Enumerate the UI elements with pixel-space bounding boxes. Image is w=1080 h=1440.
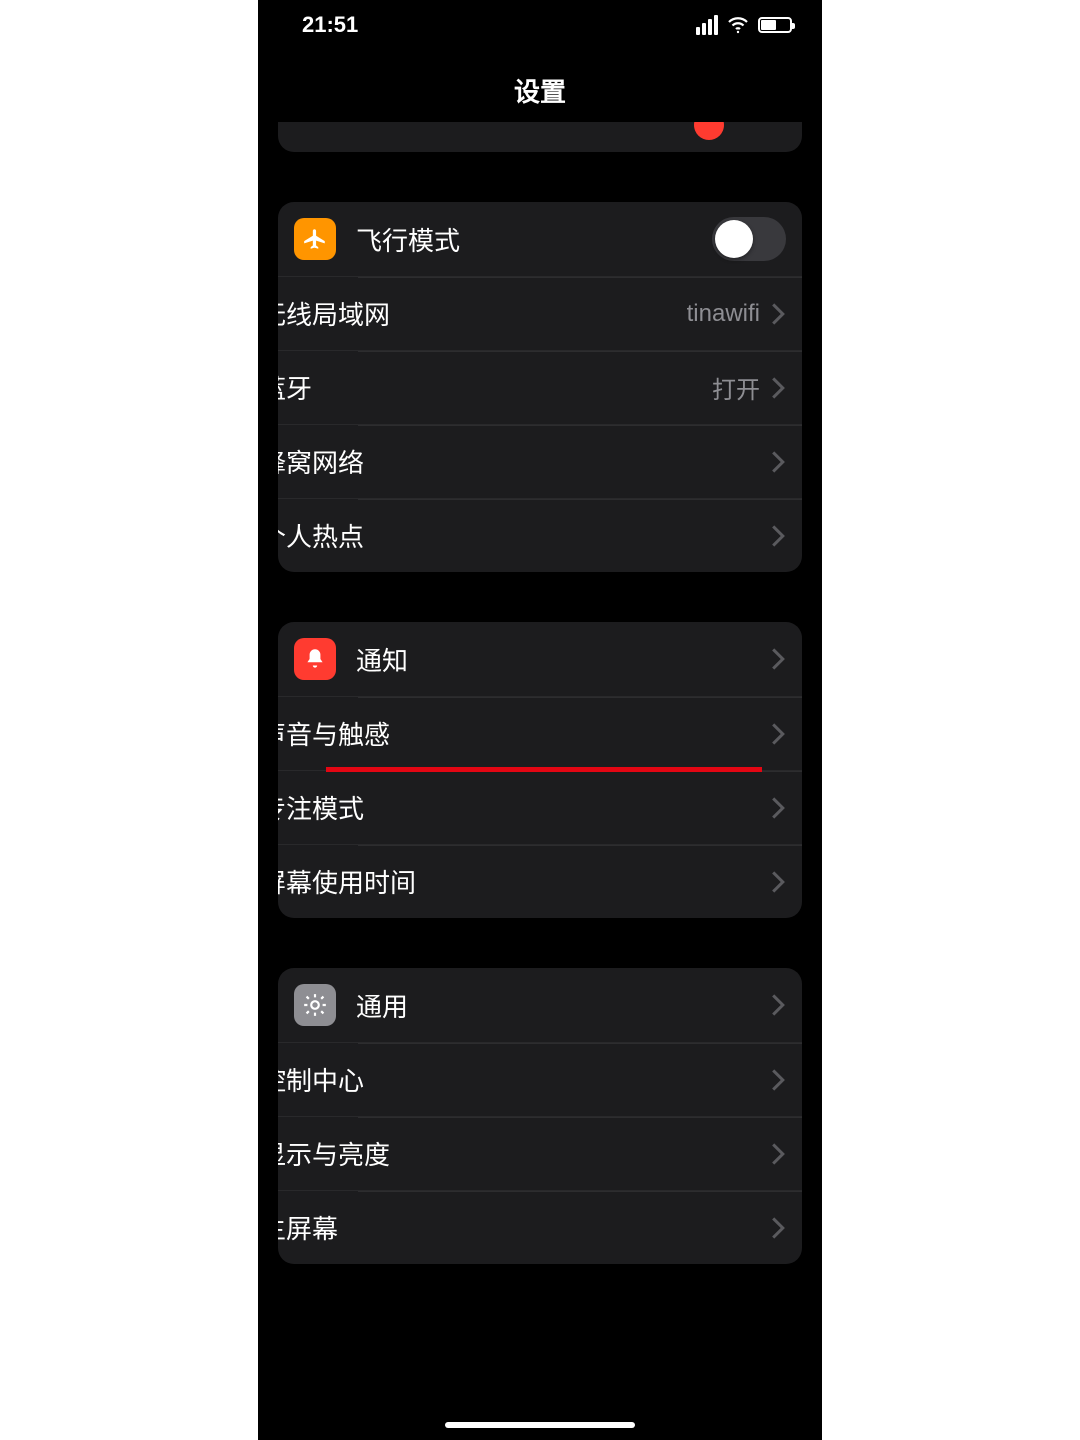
row-wifi[interactable]: 无线局域网 tinawifi xyxy=(278,276,802,350)
row-label: 无线局域网 xyxy=(278,295,687,332)
gear-icon xyxy=(294,984,336,1026)
airplane-icon xyxy=(294,218,336,260)
wifi-value: tinawifi xyxy=(687,300,760,328)
annotation-underline xyxy=(326,767,762,772)
settings-scroll[interactable]: 飞行模式 无线局域网 tinawifi 蓝牙 打开 xyxy=(258,130,822,1440)
row-label: 个人热点 xyxy=(278,517,770,554)
chevron-right-icon xyxy=(770,1142,786,1166)
chevron-right-icon xyxy=(770,376,786,400)
row-control-center[interactable]: 控制中心 xyxy=(278,1042,802,1116)
chevron-right-icon xyxy=(770,647,786,671)
row-label: 飞行模式 xyxy=(356,221,712,258)
settings-group-general: 通用 控制中心 AA 显示与亮度 xyxy=(278,968,802,1264)
cellular-signal-icon xyxy=(696,15,718,35)
settings-group-network: 飞行模式 无线局域网 tinawifi 蓝牙 打开 xyxy=(278,202,802,572)
row-label: 通知 xyxy=(356,641,770,678)
notification-badge xyxy=(694,122,724,140)
chevron-right-icon xyxy=(770,870,786,894)
group-partial-top xyxy=(278,122,802,152)
row-cellular[interactable]: 蜂窝网络 xyxy=(278,424,802,498)
chevron-right-icon xyxy=(770,722,786,746)
bluetooth-value: 打开 xyxy=(712,370,760,405)
home-indicator[interactable] xyxy=(445,1422,635,1428)
row-label: 蜂窝网络 xyxy=(278,443,770,480)
row-home-screen[interactable]: 主屏幕 xyxy=(278,1190,802,1264)
battery-icon xyxy=(758,17,792,33)
row-label: 显示与亮度 xyxy=(278,1135,770,1172)
row-screentime[interactable]: 屏幕使用时间 xyxy=(278,844,802,918)
phone-frame: 21:51 设置 xyxy=(258,0,822,1440)
airplane-toggle[interactable] xyxy=(712,217,786,261)
status-bar: 21:51 xyxy=(258,0,822,50)
chevron-right-icon xyxy=(770,302,786,326)
status-indicators xyxy=(696,13,792,37)
row-label: 专注模式 xyxy=(278,789,770,826)
row-focus[interactable]: 专注模式 xyxy=(278,770,802,844)
row-sounds-haptics[interactable]: 声音与触感 xyxy=(278,696,802,770)
chevron-right-icon xyxy=(770,993,786,1017)
row-airplane-mode[interactable]: 飞行模式 xyxy=(278,202,802,276)
chevron-right-icon xyxy=(770,1216,786,1240)
chevron-right-icon xyxy=(770,796,786,820)
status-time: 21:51 xyxy=(302,12,358,38)
settings-group-sounds: 通知 声音与触感 专注模式 xyxy=(278,622,802,918)
row-label: 声音与触感 xyxy=(278,715,770,752)
chevron-right-icon xyxy=(770,1068,786,1092)
chevron-right-icon xyxy=(770,450,786,474)
page-title: 设置 xyxy=(514,72,566,109)
row-label: 蓝牙 xyxy=(278,369,712,406)
row-general[interactable]: 通用 xyxy=(278,968,802,1042)
row-label: 通用 xyxy=(356,987,770,1024)
row-label: 屏幕使用时间 xyxy=(278,863,770,900)
row-display-brightness[interactable]: AA 显示与亮度 xyxy=(278,1116,802,1190)
row-label: 控制中心 xyxy=(278,1061,770,1098)
wifi-icon xyxy=(726,13,750,37)
row-notifications[interactable]: 通知 xyxy=(278,622,802,696)
nav-bar: 设置 xyxy=(258,50,822,130)
chevron-right-icon xyxy=(770,524,786,548)
bell-icon xyxy=(294,638,336,680)
row-hotspot[interactable]: 个人热点 xyxy=(278,498,802,572)
row-label: 主屏幕 xyxy=(278,1209,770,1246)
row-bluetooth[interactable]: 蓝牙 打开 xyxy=(278,350,802,424)
